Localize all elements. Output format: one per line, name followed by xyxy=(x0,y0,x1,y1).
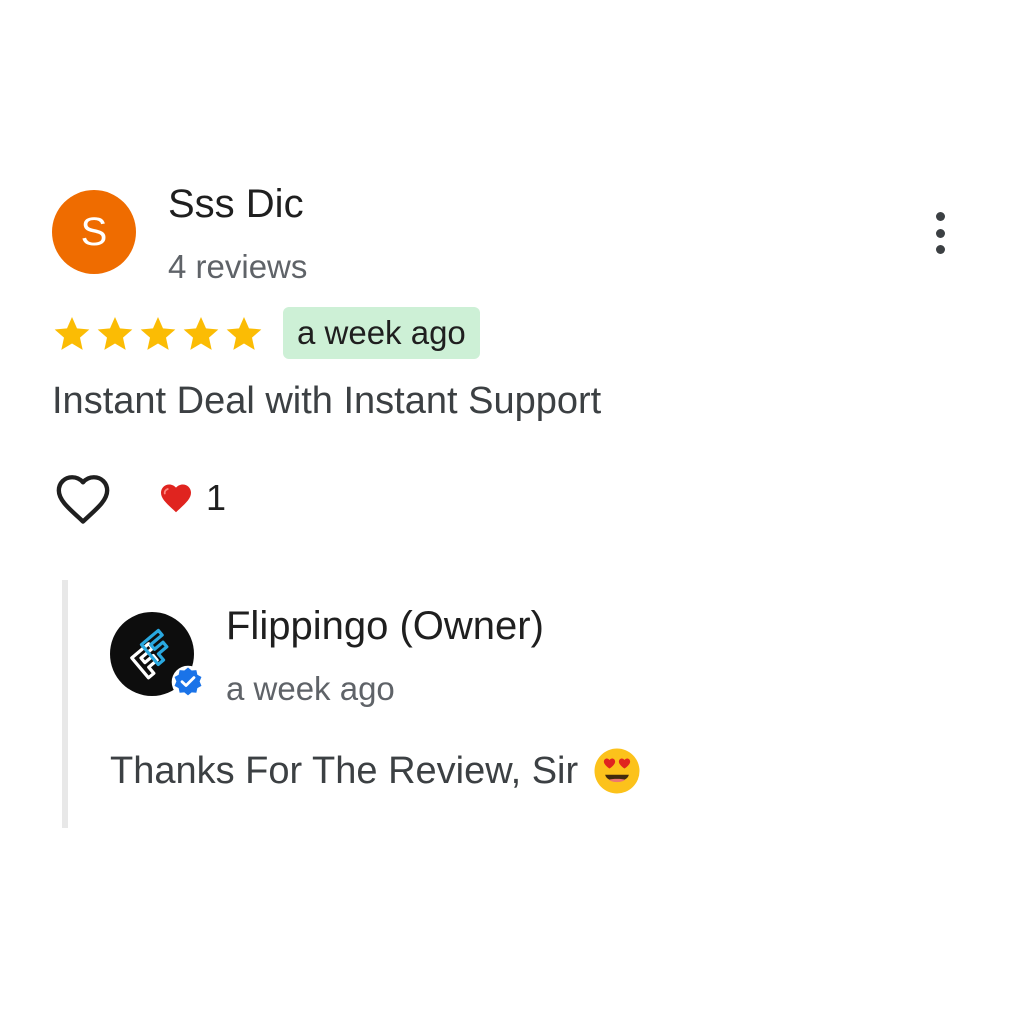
like-button[interactable] xyxy=(54,472,112,526)
star-rating xyxy=(52,314,264,354)
more-options-button[interactable] xyxy=(920,208,960,258)
reply-divider xyxy=(62,580,68,828)
owner-reply-message: Thanks For The Review, Sir xyxy=(110,749,579,792)
more-vert-icon-dot xyxy=(935,245,945,254)
reviewer-review-count: 4 reviews xyxy=(168,248,308,285)
owner-reply-date: a week ago xyxy=(226,670,395,707)
red-heart-icon xyxy=(161,484,191,513)
heart-outline-icon xyxy=(56,475,110,524)
reaction-count: 1 xyxy=(206,477,227,518)
reaction-summary[interactable]: 1 xyxy=(158,477,226,519)
owner-name[interactable]: Flippingo (Owner) xyxy=(226,604,544,649)
review-date: a week ago xyxy=(297,314,466,351)
review-text: Instant Deal with Instant Support xyxy=(52,380,602,422)
heart-eyes-emoji-icon xyxy=(594,748,640,794)
owner-reply-text: Thanks For The Review, Sir xyxy=(110,746,642,796)
review-card: S Sss Dic 4 reviews a week ago Instant D… xyxy=(0,0,1024,1024)
star-icon xyxy=(226,317,262,350)
review-date-chip: a week ago xyxy=(283,307,480,359)
star-icon xyxy=(54,317,90,350)
star-icon xyxy=(183,317,219,350)
verified-badge-icon xyxy=(171,665,205,699)
avatar-initial: S xyxy=(80,209,108,254)
star-icon xyxy=(140,317,176,350)
star-icon xyxy=(97,317,133,350)
reviewer-name[interactable]: Sss Dic xyxy=(168,182,304,227)
more-vert-icon-dot xyxy=(935,228,945,238)
more-vert-icon-dot xyxy=(935,212,945,221)
reviewer-avatar[interactable]: S xyxy=(52,190,136,274)
